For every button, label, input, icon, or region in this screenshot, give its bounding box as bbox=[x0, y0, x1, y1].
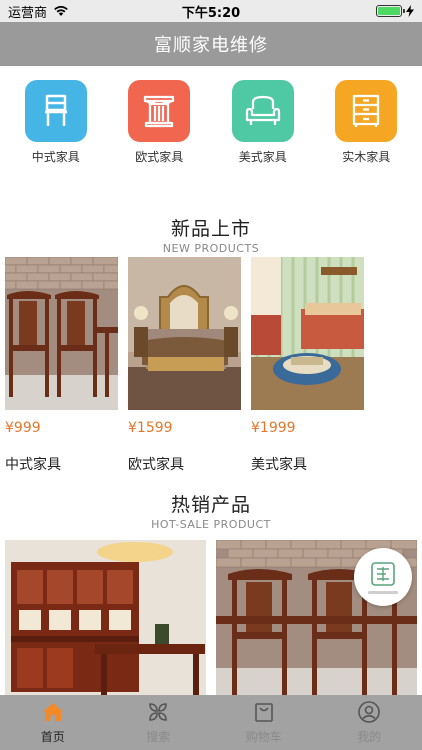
category-chinese[interactable]: 中式家具 bbox=[11, 80, 101, 176]
category-label: 中式家具 bbox=[31, 150, 80, 164]
tab-home[interactable]: 首页 bbox=[13, 700, 93, 745]
new-products-header: 新品上市 NEW PRODUCTS bbox=[0, 214, 422, 255]
grid-icon bbox=[149, 703, 168, 721]
page-title: 富顺家电维修 bbox=[154, 35, 268, 56]
floating-badge-button[interactable] bbox=[354, 548, 412, 606]
sofa-icon bbox=[231, 80, 294, 142]
battery-icon bbox=[376, 5, 405, 17]
product-image bbox=[5, 257, 118, 410]
category-label: 实木家具 bbox=[342, 150, 391, 164]
hot-products-header: 热销产品 HOT-SALE PRODUCT bbox=[0, 490, 422, 531]
carrier-label: 运营商 bbox=[8, 5, 48, 21]
cart-icon bbox=[254, 703, 273, 722]
section-subtitle: NEW PRODUCTS bbox=[162, 242, 260, 255]
product-name: 中式家具 bbox=[5, 457, 61, 473]
chair-icon bbox=[24, 80, 87, 142]
hot-products-list bbox=[5, 540, 417, 695]
product-price: ¥1999 bbox=[251, 420, 296, 436]
home-icon bbox=[42, 703, 63, 721]
category-solidwood[interactable]: 实木家具 bbox=[321, 80, 411, 176]
product-card[interactable]: ¥1999 美式家具 bbox=[251, 257, 364, 474]
product-card[interactable]: ¥1599 欧式家具 bbox=[128, 257, 241, 474]
category-european[interactable]: 欧式家具 bbox=[114, 80, 204, 176]
category-row: 中式家具 欧式家具 美式家具 实木家具 bbox=[0, 66, 422, 176]
tab-mine[interactable]: 我的 bbox=[329, 700, 409, 745]
category-label: 美式家具 bbox=[238, 150, 287, 164]
section-title: 新品上市 bbox=[170, 218, 251, 240]
column-icon bbox=[128, 80, 191, 142]
tab-label: 我的 bbox=[357, 730, 382, 744]
nav-bar: 富顺家电维修 bbox=[0, 22, 422, 66]
tab-search[interactable]: 搜索 bbox=[118, 700, 198, 745]
tab-label: 购物车 bbox=[245, 730, 282, 744]
hot-product-card[interactable] bbox=[5, 540, 206, 695]
tab-cart[interactable]: 购物车 bbox=[224, 700, 304, 745]
product-price: ¥999 bbox=[5, 420, 41, 436]
category-american[interactable]: 美式家具 bbox=[218, 80, 308, 176]
new-products-list: ¥999 中式家具 ¥1599 欧式家具 ¥1999 美式家具 bbox=[5, 257, 364, 474]
product-price: ¥1599 bbox=[128, 420, 173, 436]
tab-label: 首页 bbox=[40, 730, 65, 744]
user-icon bbox=[358, 701, 381, 723]
tab-bar: 首页 搜索 购物车 我的 bbox=[0, 695, 422, 750]
category-label: 欧式家具 bbox=[135, 150, 184, 164]
product-card[interactable]: ¥999 中式家具 bbox=[5, 257, 118, 474]
product-image bbox=[251, 257, 364, 410]
logo-caption bbox=[368, 590, 398, 594]
logo-icon bbox=[371, 561, 395, 586]
charging-bolt-icon bbox=[406, 5, 414, 17]
cabinet-icon bbox=[335, 80, 398, 142]
tab-label: 搜索 bbox=[146, 730, 171, 744]
wifi-icon bbox=[54, 5, 68, 16]
product-name: 欧式家具 bbox=[128, 457, 184, 473]
status-bar: 运营商 下午5:20 bbox=[0, 0, 422, 22]
product-name: 美式家具 bbox=[251, 457, 307, 473]
section-title: 热销产品 bbox=[170, 494, 251, 516]
product-image bbox=[5, 540, 206, 695]
product-image bbox=[128, 257, 241, 410]
section-subtitle: HOT-SALE PRODUCT bbox=[151, 518, 271, 531]
